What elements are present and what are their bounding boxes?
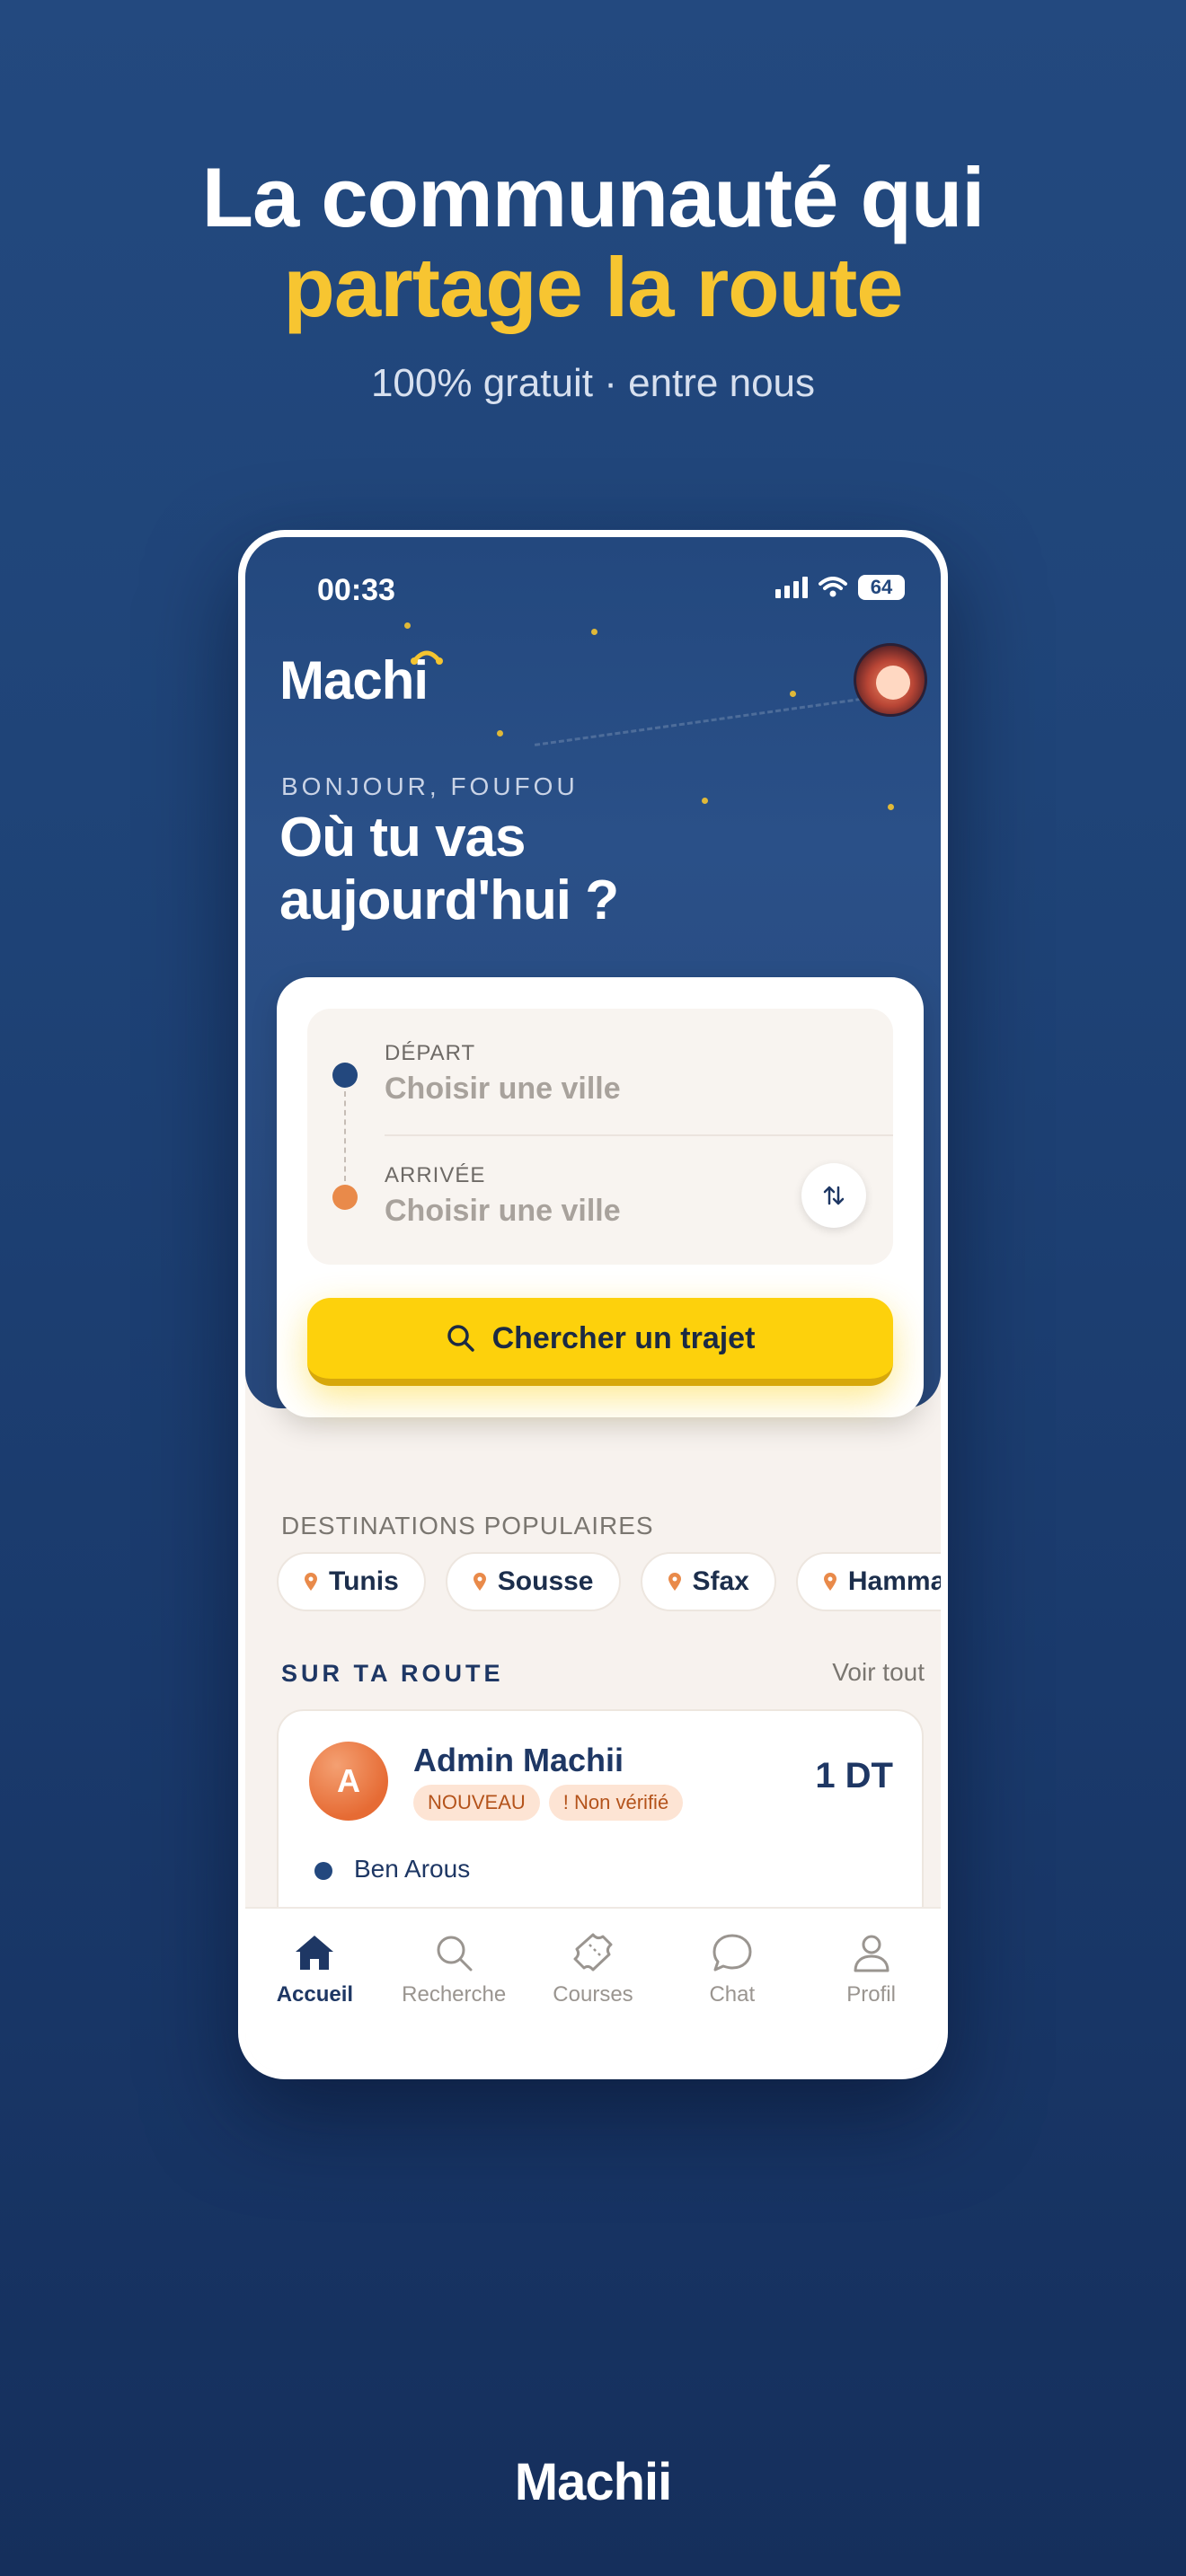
user-icon xyxy=(854,1935,890,1972)
search-icon xyxy=(447,1325,474,1352)
on-route-title: SUR TA ROUTE xyxy=(281,1660,504,1687)
nav-label: Recherche xyxy=(402,1982,507,2007)
destination-label: Tunis xyxy=(329,1566,399,1596)
decor-dot xyxy=(790,691,796,697)
battery-indicator: 64 xyxy=(858,575,905,600)
driver-avatar: A xyxy=(309,1742,388,1821)
destination-chip-hammamet[interactable]: Hammamet xyxy=(795,1552,941,1611)
nav-item-courses[interactable]: Courses xyxy=(524,1909,663,2072)
hero-headline: La communauté qui partage la route 100% … xyxy=(0,153,1186,408)
departure-node-icon xyxy=(332,1063,358,1088)
destination-chip-sousse[interactable]: Sousse xyxy=(445,1552,621,1611)
trip-price: 1 DT xyxy=(815,1756,893,1795)
driver-name: Admin Machii xyxy=(413,1742,624,1778)
greeting-text: BONJOUR, FOUFOU xyxy=(281,772,579,800)
destination-chips: Tunis Sousse Sfax Hammamet xyxy=(277,1552,941,1611)
driver-badges: NOUVEAU ! Non vérifié xyxy=(413,1785,684,1821)
from-city: Ben Arous xyxy=(354,1855,471,1883)
pin-icon xyxy=(473,1573,486,1591)
wifi-icon xyxy=(819,577,847,597)
decor-dot xyxy=(404,622,411,629)
from-city-dot-icon xyxy=(314,1862,332,1880)
arrival-field[interactable]: Choisir une ville xyxy=(385,1194,621,1229)
pin-icon xyxy=(305,1573,317,1591)
see-all-link[interactable]: Voir tout xyxy=(832,1658,925,1687)
decor-dot xyxy=(888,804,894,810)
destination-label: Sfax xyxy=(692,1566,749,1596)
decor-dot xyxy=(497,730,503,737)
arrival-label: ARRIVÉE xyxy=(385,1163,486,1187)
pin-icon xyxy=(668,1573,681,1591)
search-trip-label: Chercher un trajet xyxy=(491,1320,756,1355)
unverified-badge: ! Non vérifié xyxy=(548,1785,684,1821)
departure-field[interactable]: Choisir une ville xyxy=(385,1072,621,1107)
swap-icon xyxy=(823,1186,845,1205)
swap-button[interactable] xyxy=(801,1163,866,1228)
app-logo: Machi xyxy=(279,650,429,710)
departure-label: DÉPART xyxy=(385,1041,476,1065)
field-divider xyxy=(385,1134,893,1136)
user-avatar[interactable] xyxy=(854,643,927,717)
logo-accent-icon xyxy=(411,650,443,665)
search-card: DÉPART Choisir une ville ARRIVÉE Choisir… xyxy=(277,977,924,1417)
ticket-icon xyxy=(573,1933,613,1972)
phone-frame: 00:33 64 Machi BONJOUR, FOUFOU Où tu vas… xyxy=(238,530,948,2079)
nav-item-accueil[interactable]: Accueil xyxy=(245,1909,385,2072)
status-icons: 64 xyxy=(775,575,905,600)
decor-dot xyxy=(702,798,708,804)
destination-chip-tunis[interactable]: Tunis xyxy=(277,1552,426,1611)
bottom-navigation: Accueil Recherche Courses Chat Profil xyxy=(245,1907,941,2072)
route-fields: DÉPART Choisir une ville ARRIVÉE Choisir… xyxy=(307,1009,893,1265)
search-trip-button[interactable]: Chercher un trajet xyxy=(307,1298,893,1386)
new-badge: NOUVEAU xyxy=(413,1785,540,1821)
destination-chip-sfax[interactable]: Sfax xyxy=(640,1552,776,1611)
popular-destinations-title: DESTINATIONS POPULAIRES xyxy=(281,1512,654,1539)
page-title: Où tu vas aujourd'hui ? xyxy=(279,807,619,931)
nav-label: Chat xyxy=(709,1982,756,2007)
nav-label: Courses xyxy=(553,1982,633,2007)
chat-icon xyxy=(712,1934,752,1972)
hero-title-line1: La communauté qui xyxy=(201,150,986,244)
nav-label: Profil xyxy=(846,1982,896,2007)
home-icon xyxy=(296,1936,334,1970)
nav-item-profil[interactable]: Profil xyxy=(801,1909,941,2072)
hero-title-line2: partage la route xyxy=(283,240,903,334)
hero-subtitle: 100% gratuit · entre nous xyxy=(370,361,816,405)
decor-dot xyxy=(591,629,597,635)
signal-icon xyxy=(775,577,808,598)
status-time: 00:33 xyxy=(317,573,395,607)
avatar-face xyxy=(876,666,910,700)
nav-item-chat[interactable]: Chat xyxy=(662,1909,801,2072)
route-connector xyxy=(344,1091,346,1181)
app-screen: 00:33 64 Machi BONJOUR, FOUFOU Où tu vas… xyxy=(245,537,941,2072)
arrival-node-icon xyxy=(332,1185,358,1210)
nav-label: Accueil xyxy=(276,1982,354,2007)
search-icon xyxy=(437,1936,473,1972)
destination-label: Sousse xyxy=(497,1566,594,1596)
pin-icon xyxy=(823,1573,836,1591)
footer-brand: Machii xyxy=(514,2453,673,2511)
nav-item-recherche[interactable]: Recherche xyxy=(385,1909,524,2072)
destination-label: Hammamet xyxy=(847,1566,941,1596)
